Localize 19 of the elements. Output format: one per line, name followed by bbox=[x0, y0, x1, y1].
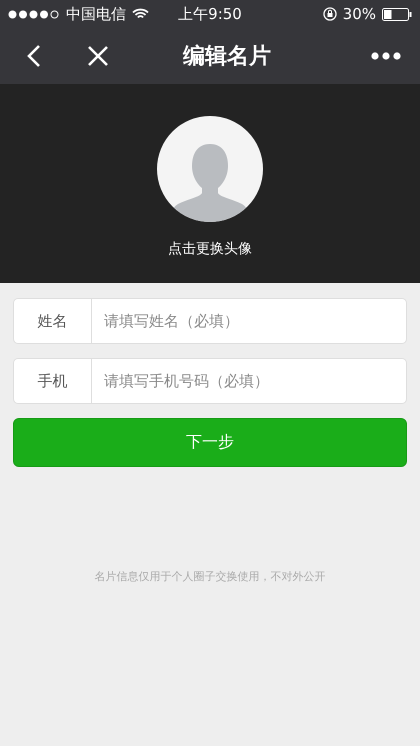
page-title: 编辑名片 bbox=[182, 43, 272, 71]
battery-percent: 30% bbox=[342, 5, 376, 23]
clock-time: 上午9:50 bbox=[178, 4, 242, 24]
text-input[interactable]: 请填写手机号码（必填） bbox=[92, 372, 406, 390]
text-input[interactable]: 请填写姓名（必填） bbox=[92, 312, 406, 330]
carrier-name: 中国电信 bbox=[66, 4, 126, 24]
back-icon bbox=[27, 44, 41, 68]
field-label: 姓名 bbox=[14, 299, 92, 343]
close-icon bbox=[87, 45, 109, 67]
wifi-icon bbox=[132, 8, 149, 20]
battery-icon bbox=[382, 8, 412, 20]
more-icon bbox=[371, 52, 401, 60]
rotation-lock-icon bbox=[322, 7, 337, 21]
change-avatar-caption: 点击更换头像 bbox=[168, 240, 252, 258]
privacy-note: 名片信息仅用于个人圈子交换使用，不对外公开 bbox=[94, 569, 326, 584]
text-field[interactable]: 手机 请填写手机号码（必填） bbox=[13, 358, 407, 404]
field-label: 手机 bbox=[14, 359, 92, 403]
text-field[interactable]: 姓名 请填写姓名（必填） bbox=[13, 298, 407, 344]
signal-icon bbox=[8, 10, 60, 18]
